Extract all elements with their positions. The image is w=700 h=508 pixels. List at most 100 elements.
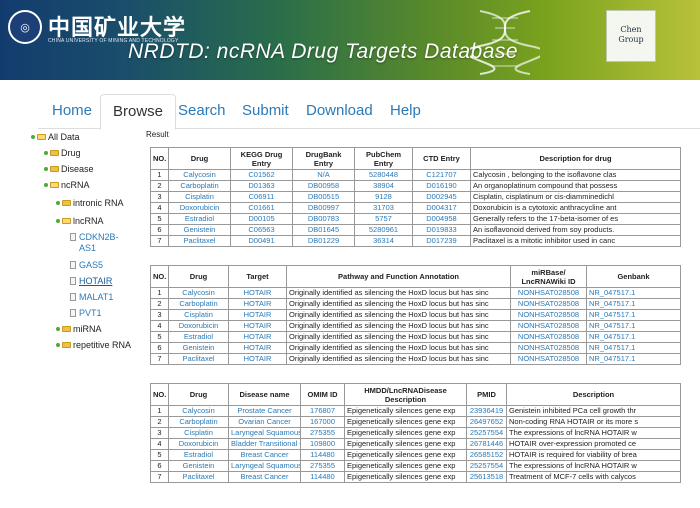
- table-cell-link[interactable]: Calycosin: [168, 169, 231, 181]
- table-cell-link[interactable]: 26497652: [466, 416, 507, 428]
- table-cell-link[interactable]: NONHSAT028508: [510, 331, 587, 343]
- tree-node-mirna[interactable]: miRNA: [56, 324, 102, 334]
- table-cell-link[interactable]: 38904: [354, 180, 413, 192]
- table-cell-link[interactable]: D004958: [412, 213, 471, 225]
- tree-leaf-pvt1[interactable]: PVT1: [70, 308, 102, 318]
- table-cell-link[interactable]: D016190: [412, 180, 471, 192]
- table-cell-link[interactable]: C06911: [230, 191, 293, 203]
- tree-leaf-malat1[interactable]: MALAT1: [70, 292, 113, 302]
- tree-node-lncrna[interactable]: lncRNA: [56, 216, 104, 226]
- table-cell-link[interactable]: 109800: [300, 438, 345, 450]
- table-cell-link[interactable]: DB01645: [292, 224, 355, 236]
- column-header[interactable]: Description for drug: [470, 147, 681, 170]
- table-cell-link[interactable]: 36314: [354, 235, 413, 247]
- table-cell-link[interactable]: NR_047517.1: [586, 287, 681, 299]
- table-cell-link[interactable]: Doxorubicin: [168, 320, 229, 332]
- tab-download[interactable]: Download: [294, 94, 385, 128]
- table-cell-link[interactable]: 25257554: [466, 460, 507, 472]
- table-cell-link[interactable]: C121707: [412, 169, 471, 181]
- table-cell-link[interactable]: D002945: [412, 191, 471, 203]
- table-cell-link[interactable]: C01661: [230, 202, 293, 214]
- tab-submit[interactable]: Submit: [230, 94, 301, 128]
- table-cell-link[interactable]: 26781446: [466, 438, 507, 450]
- table-cell-link[interactable]: 25613518: [466, 471, 507, 483]
- table-cell-link[interactable]: Genistein: [168, 460, 229, 472]
- tree-node-disease[interactable]: Disease: [44, 164, 94, 174]
- tree-leaf-hotair[interactable]: HOTAIR: [70, 276, 112, 286]
- tab-home[interactable]: Home: [40, 94, 104, 128]
- table-cell-link[interactable]: DB00997: [292, 202, 355, 214]
- table-cell-link[interactable]: Calycosin: [168, 287, 229, 299]
- table-cell-link[interactable]: Paclitaxel: [168, 471, 229, 483]
- table-cell-link[interactable]: Cisplatin: [168, 191, 231, 203]
- tree-node-repetitive-rna[interactable]: repetitive RNA: [56, 340, 131, 350]
- table-cell-link[interactable]: DB00515: [292, 191, 355, 203]
- table-cell-link[interactable]: Laryngeal Squamous: [228, 427, 301, 439]
- column-header[interactable]: NO.: [150, 265, 169, 288]
- column-header[interactable]: DrugBank Entry: [292, 147, 355, 170]
- table-cell-link[interactable]: Paclitaxel: [168, 235, 231, 247]
- table-cell-link[interactable]: Doxorubicin: [168, 202, 231, 214]
- tab-search[interactable]: Search: [166, 94, 238, 128]
- table-cell-link[interactable]: Calycosin: [168, 405, 229, 417]
- table-cell-link[interactable]: Genistein: [168, 224, 231, 236]
- table-cell-link[interactable]: D01363: [230, 180, 293, 192]
- tree-leaf-cdkn2b-as1-cont[interactable]: AS1: [79, 243, 96, 253]
- table-cell-link[interactable]: 275355: [300, 460, 345, 472]
- table-cell-link[interactable]: HOTAIR: [228, 353, 287, 365]
- tree-leaf-gas5[interactable]: GAS5: [70, 260, 103, 270]
- table-cell-link[interactable]: 23936419: [466, 405, 507, 417]
- table-cell-link[interactable]: Breast Cancer: [228, 471, 301, 483]
- column-header[interactable]: Pathway and Function Annotation: [286, 265, 511, 288]
- table-cell-link[interactable]: HOTAIR: [228, 287, 287, 299]
- column-header[interactable]: Genbank: [586, 265, 681, 288]
- table-cell-link[interactable]: HOTAIR: [228, 309, 287, 321]
- table-cell-link[interactable]: Prostate Cancer: [228, 405, 301, 417]
- table-cell-link[interactable]: 114480: [300, 449, 345, 461]
- table-cell-link[interactable]: Genistein: [168, 342, 229, 354]
- tree-node-ncrna[interactable]: ncRNA: [44, 180, 90, 190]
- table-cell-link[interactable]: NR_047517.1: [586, 320, 681, 332]
- table-cell-link[interactable]: 31703: [354, 202, 413, 214]
- table-cell-link[interactable]: HOTAIR: [228, 331, 287, 343]
- table-cell-link[interactable]: Laryngeal Squamous: [228, 460, 301, 472]
- table-cell-link[interactable]: NONHSAT028508: [510, 309, 587, 321]
- table-cell-link[interactable]: Carboplatin: [168, 298, 229, 310]
- table-cell-link[interactable]: NR_047517.1: [586, 331, 681, 343]
- table-cell-link[interactable]: D004317: [412, 202, 471, 214]
- tab-help[interactable]: Help: [378, 94, 433, 128]
- table-cell-link[interactable]: 26585152: [466, 449, 507, 461]
- table-cell-link[interactable]: C01562: [230, 169, 293, 181]
- column-header[interactable]: PubChem Entry: [354, 147, 413, 170]
- table-cell-link[interactable]: 9128: [354, 191, 413, 203]
- table-cell-link[interactable]: D00491: [230, 235, 293, 247]
- table-cell-link[interactable]: HOTAIR: [228, 298, 287, 310]
- table-cell-link[interactable]: Breast Cancer: [228, 449, 301, 461]
- table-cell-link[interactable]: Paclitaxel: [168, 353, 229, 365]
- table-cell-link[interactable]: NONHSAT028508: [510, 298, 587, 310]
- table-cell-link[interactable]: D017239: [412, 235, 471, 247]
- table-cell-link[interactable]: D00105: [230, 213, 293, 225]
- table-cell-link[interactable]: DB01229: [292, 235, 355, 247]
- column-header[interactable]: CTD Entry: [412, 147, 471, 170]
- tree-node-drug[interactable]: Drug: [44, 148, 81, 158]
- tree-node-intronic-rna[interactable]: intronic RNA: [56, 198, 124, 208]
- column-header[interactable]: HMDD/LncRNADisease Description: [344, 383, 467, 406]
- table-cell-link[interactable]: C06563: [230, 224, 293, 236]
- table-cell-link[interactable]: NONHSAT028508: [510, 320, 587, 332]
- table-cell-link[interactable]: 5757: [354, 213, 413, 225]
- column-header[interactable]: PMID: [466, 383, 507, 406]
- table-cell-link[interactable]: Doxorubicin: [168, 438, 229, 450]
- table-cell-link[interactable]: HOTAIR: [228, 320, 287, 332]
- table-cell-link[interactable]: 5280961: [354, 224, 413, 236]
- table-cell-link[interactable]: 114480: [300, 471, 345, 483]
- column-header[interactable]: miRBase/ LncRNAWiki ID: [510, 265, 587, 288]
- table-cell-link[interactable]: NR_047517.1: [586, 298, 681, 310]
- table-cell-link[interactable]: Bladder Transitional C: [228, 438, 301, 450]
- table-cell-link[interactable]: DB00958: [292, 180, 355, 192]
- table-cell-link[interactable]: 167000: [300, 416, 345, 428]
- table-cell-link[interactable]: HOTAIR: [228, 342, 287, 354]
- table-cell-link[interactable]: N/A: [292, 169, 355, 181]
- table-cell-link[interactable]: Estradiol: [168, 449, 229, 461]
- column-header[interactable]: NO.: [150, 383, 169, 406]
